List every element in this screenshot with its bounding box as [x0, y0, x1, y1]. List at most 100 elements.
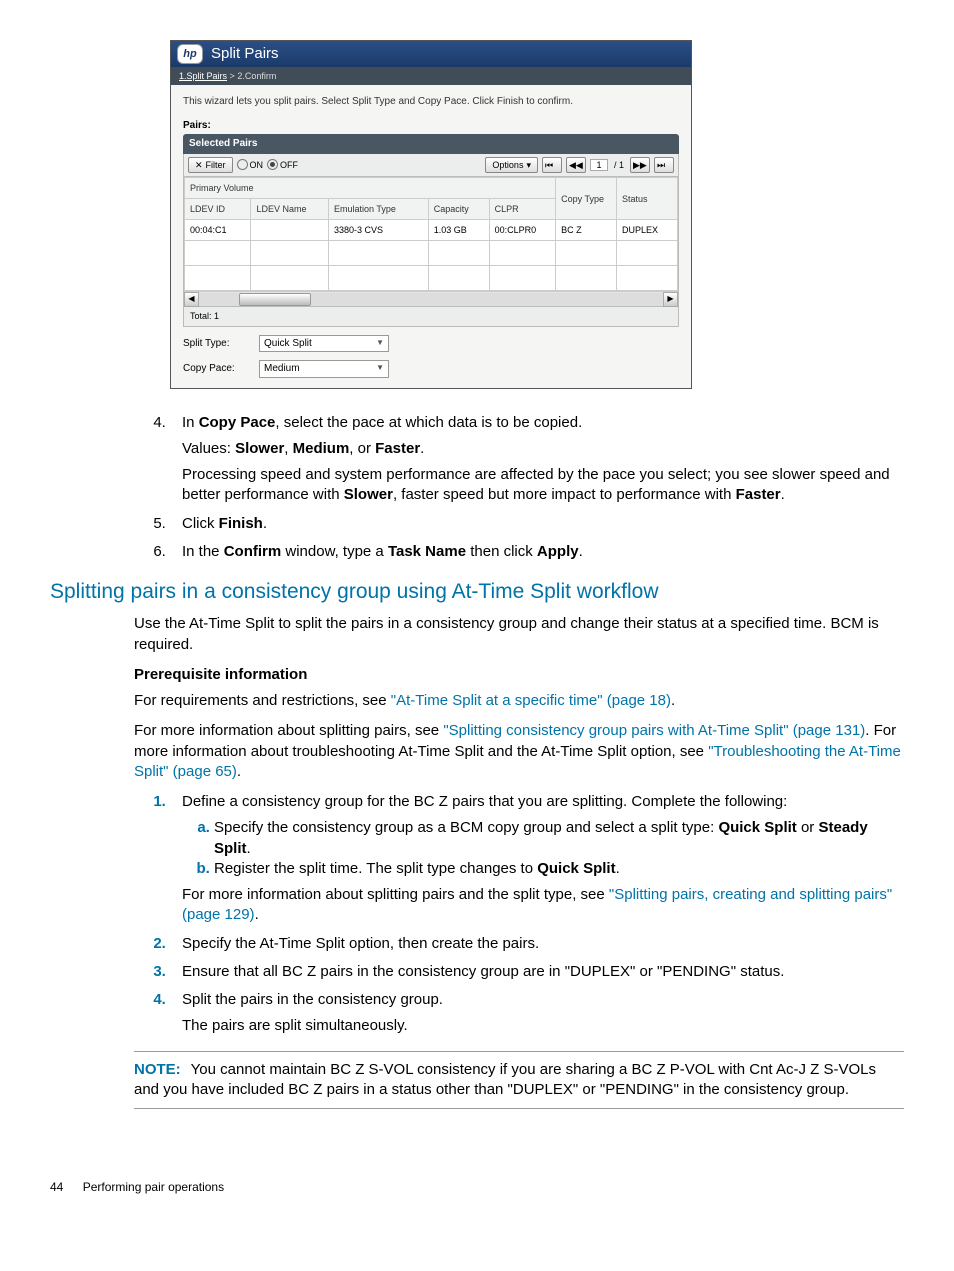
- text: , or: [349, 440, 375, 457]
- substep-b: Register the split time. The split type …: [214, 859, 904, 879]
- text-bold: Slower: [344, 486, 393, 503]
- options-label: Options: [492, 159, 523, 171]
- text: In: [182, 414, 199, 431]
- text: Values:: [182, 440, 235, 457]
- on-label: ON: [250, 159, 264, 171]
- table-row[interactable]: 00:04:C1 3380-3 CVS 1.03 GB 00:CLPR0 BC …: [185, 220, 678, 241]
- text: .: [420, 440, 424, 457]
- text-bold: Finish: [219, 515, 263, 532]
- copy-pace-label: Copy Pace:: [183, 362, 253, 376]
- col-status[interactable]: Status: [617, 178, 678, 220]
- collapse-icon: ✕: [195, 159, 203, 171]
- text-bold: Slower: [235, 440, 284, 457]
- page-prev-button[interactable]: ◀◀: [566, 157, 586, 173]
- text-bold: Quick Split: [718, 819, 796, 836]
- step-5: Click Finish.: [170, 514, 904, 534]
- prereq-heading: Prerequisite information: [134, 665, 904, 685]
- note-block: NOTE:You cannot maintain BC Z S-VOL cons…: [134, 1051, 904, 1110]
- selected-pairs-header: Selected Pairs: [183, 134, 679, 154]
- section-intro: Use the At-Time Split to split the pairs…: [134, 614, 904, 655]
- page-last-button[interactable]: ⏭: [654, 157, 674, 173]
- link-at-time-split-specific[interactable]: "At-Time Split at a specific time" (page…: [391, 692, 671, 709]
- text: For more information about splitting pai…: [182, 886, 609, 903]
- split-type-select[interactable]: Quick Split ▼: [259, 335, 389, 353]
- steps-list: In Copy Pace, select the pace at which d…: [50, 413, 904, 563]
- copy-pace-select[interactable]: Medium ▼: [259, 360, 389, 378]
- split-type-label: Split Type:: [183, 337, 253, 351]
- text: .: [255, 906, 259, 923]
- text: .: [237, 763, 241, 780]
- split-type-row: Split Type: Quick Split ▼: [183, 335, 679, 353]
- horizontal-scrollbar[interactable]: ◀ ▶: [184, 291, 678, 306]
- radio-icon: [237, 159, 248, 170]
- breadcrumb-step-1[interactable]: 1.Split Pairs: [179, 71, 227, 81]
- numbered-steps: Define a consistency group for the BC Z …: [50, 792, 904, 1037]
- text: Click: [182, 515, 219, 532]
- pairs-table: Primary Volume Copy Type Status LDEV ID …: [183, 177, 679, 307]
- total-count: Total: 1: [183, 307, 679, 326]
- col-capacity[interactable]: Capacity: [428, 199, 489, 220]
- text: Specify the consistency group as a BCM c…: [214, 819, 718, 836]
- filter-button[interactable]: ✕ Filter: [188, 157, 233, 173]
- text: then click: [466, 543, 537, 560]
- note-text: You cannot maintain BC Z S-VOL consisten…: [134, 1061, 876, 1098]
- radio-icon: [267, 159, 278, 170]
- cell-ldev-id: 00:04:C1: [185, 220, 251, 241]
- text-bold: Confirm: [224, 543, 282, 560]
- scroll-left-icon[interactable]: ◀: [184, 292, 199, 307]
- step-a2: Specify the At-Time Split option, then c…: [170, 934, 904, 954]
- more-info: For more information about splitting pai…: [134, 721, 904, 782]
- filter-off-radio[interactable]: OFF: [267, 159, 298, 171]
- table-row-empty: [185, 241, 678, 266]
- col-ldev-id[interactable]: LDEV ID: [185, 199, 251, 220]
- hp-logo-icon: hp: [177, 44, 203, 64]
- page-first-button[interactable]: ⏮: [542, 157, 562, 173]
- step-6: In the Confirm window, type a Task Name …: [170, 542, 904, 562]
- step-a3: Ensure that all BC Z pairs in the consis…: [170, 962, 904, 982]
- pairs-label: Pairs:: [183, 119, 679, 133]
- scroll-thumb[interactable]: [239, 293, 311, 306]
- text: Define a consistency group for the BC Z …: [182, 793, 787, 810]
- text: .: [781, 486, 785, 503]
- sub-steps: Specify the consistency group as a BCM c…: [182, 818, 904, 879]
- page-number: 44: [50, 1180, 63, 1194]
- link-splitting-consistency[interactable]: "Splitting consistency group pairs with …: [443, 722, 865, 739]
- page-next-button[interactable]: ▶▶: [630, 157, 650, 173]
- cell-copy-type: BC Z: [556, 220, 617, 241]
- wizard-titlebar: hp Split Pairs: [171, 41, 691, 67]
- text: ,: [284, 440, 292, 457]
- wizard-breadcrumb: 1.Split Pairs > 2.Confirm: [171, 67, 691, 85]
- text-bold: Task Name: [388, 543, 466, 560]
- wizard-title: Split Pairs: [211, 44, 279, 64]
- text-bold: Faster: [375, 440, 420, 457]
- document-body: In Copy Pace, select the pace at which d…: [50, 413, 904, 1196]
- copy-pace-value: Medium: [264, 362, 300, 376]
- col-copy-type[interactable]: Copy Type: [556, 178, 617, 220]
- split-type-value: Quick Split: [264, 337, 312, 351]
- filter-toolbar: ✕ Filter ON OFF Options ▾ ⏮ ◀◀ / 1 ▶▶ ⏭: [183, 154, 679, 177]
- footer-title: Performing pair operations: [83, 1180, 224, 1194]
- text: , faster speed but more impact to perfor…: [393, 486, 736, 503]
- step-4: In Copy Pace, select the pace at which d…: [170, 413, 904, 506]
- breadcrumb-step-2[interactable]: 2.Confirm: [237, 71, 276, 81]
- note-label: NOTE:: [134, 1061, 181, 1078]
- copy-pace-row: Copy Pace: Medium ▼: [183, 360, 679, 378]
- text: Register the split time. The split type …: [214, 860, 537, 877]
- scroll-right-icon[interactable]: ▶: [663, 292, 678, 307]
- substep-a: Specify the consistency group as a BCM c…: [214, 818, 904, 859]
- text: .: [263, 515, 267, 532]
- filter-on-radio[interactable]: ON: [237, 159, 264, 171]
- options-button[interactable]: Options ▾: [485, 157, 538, 173]
- text: The pairs are split simultaneously.: [182, 1016, 904, 1036]
- text-bold: Copy Pace: [199, 414, 276, 431]
- text: .: [616, 860, 620, 877]
- cell-emulation-type: 3380-3 CVS: [329, 220, 429, 241]
- scroll-track[interactable]: [199, 293, 663, 306]
- step-a4: Split the pairs in the consistency group…: [170, 990, 904, 1037]
- page-input[interactable]: [590, 159, 608, 171]
- split-pairs-wizard: hp Split Pairs 1.Split Pairs > 2.Confirm…: [170, 40, 692, 389]
- col-emulation-type[interactable]: Emulation Type: [329, 199, 429, 220]
- col-ldev-name[interactable]: LDEV Name: [251, 199, 329, 220]
- dropdown-icon: ▼: [376, 363, 384, 374]
- col-clpr[interactable]: CLPR: [489, 199, 555, 220]
